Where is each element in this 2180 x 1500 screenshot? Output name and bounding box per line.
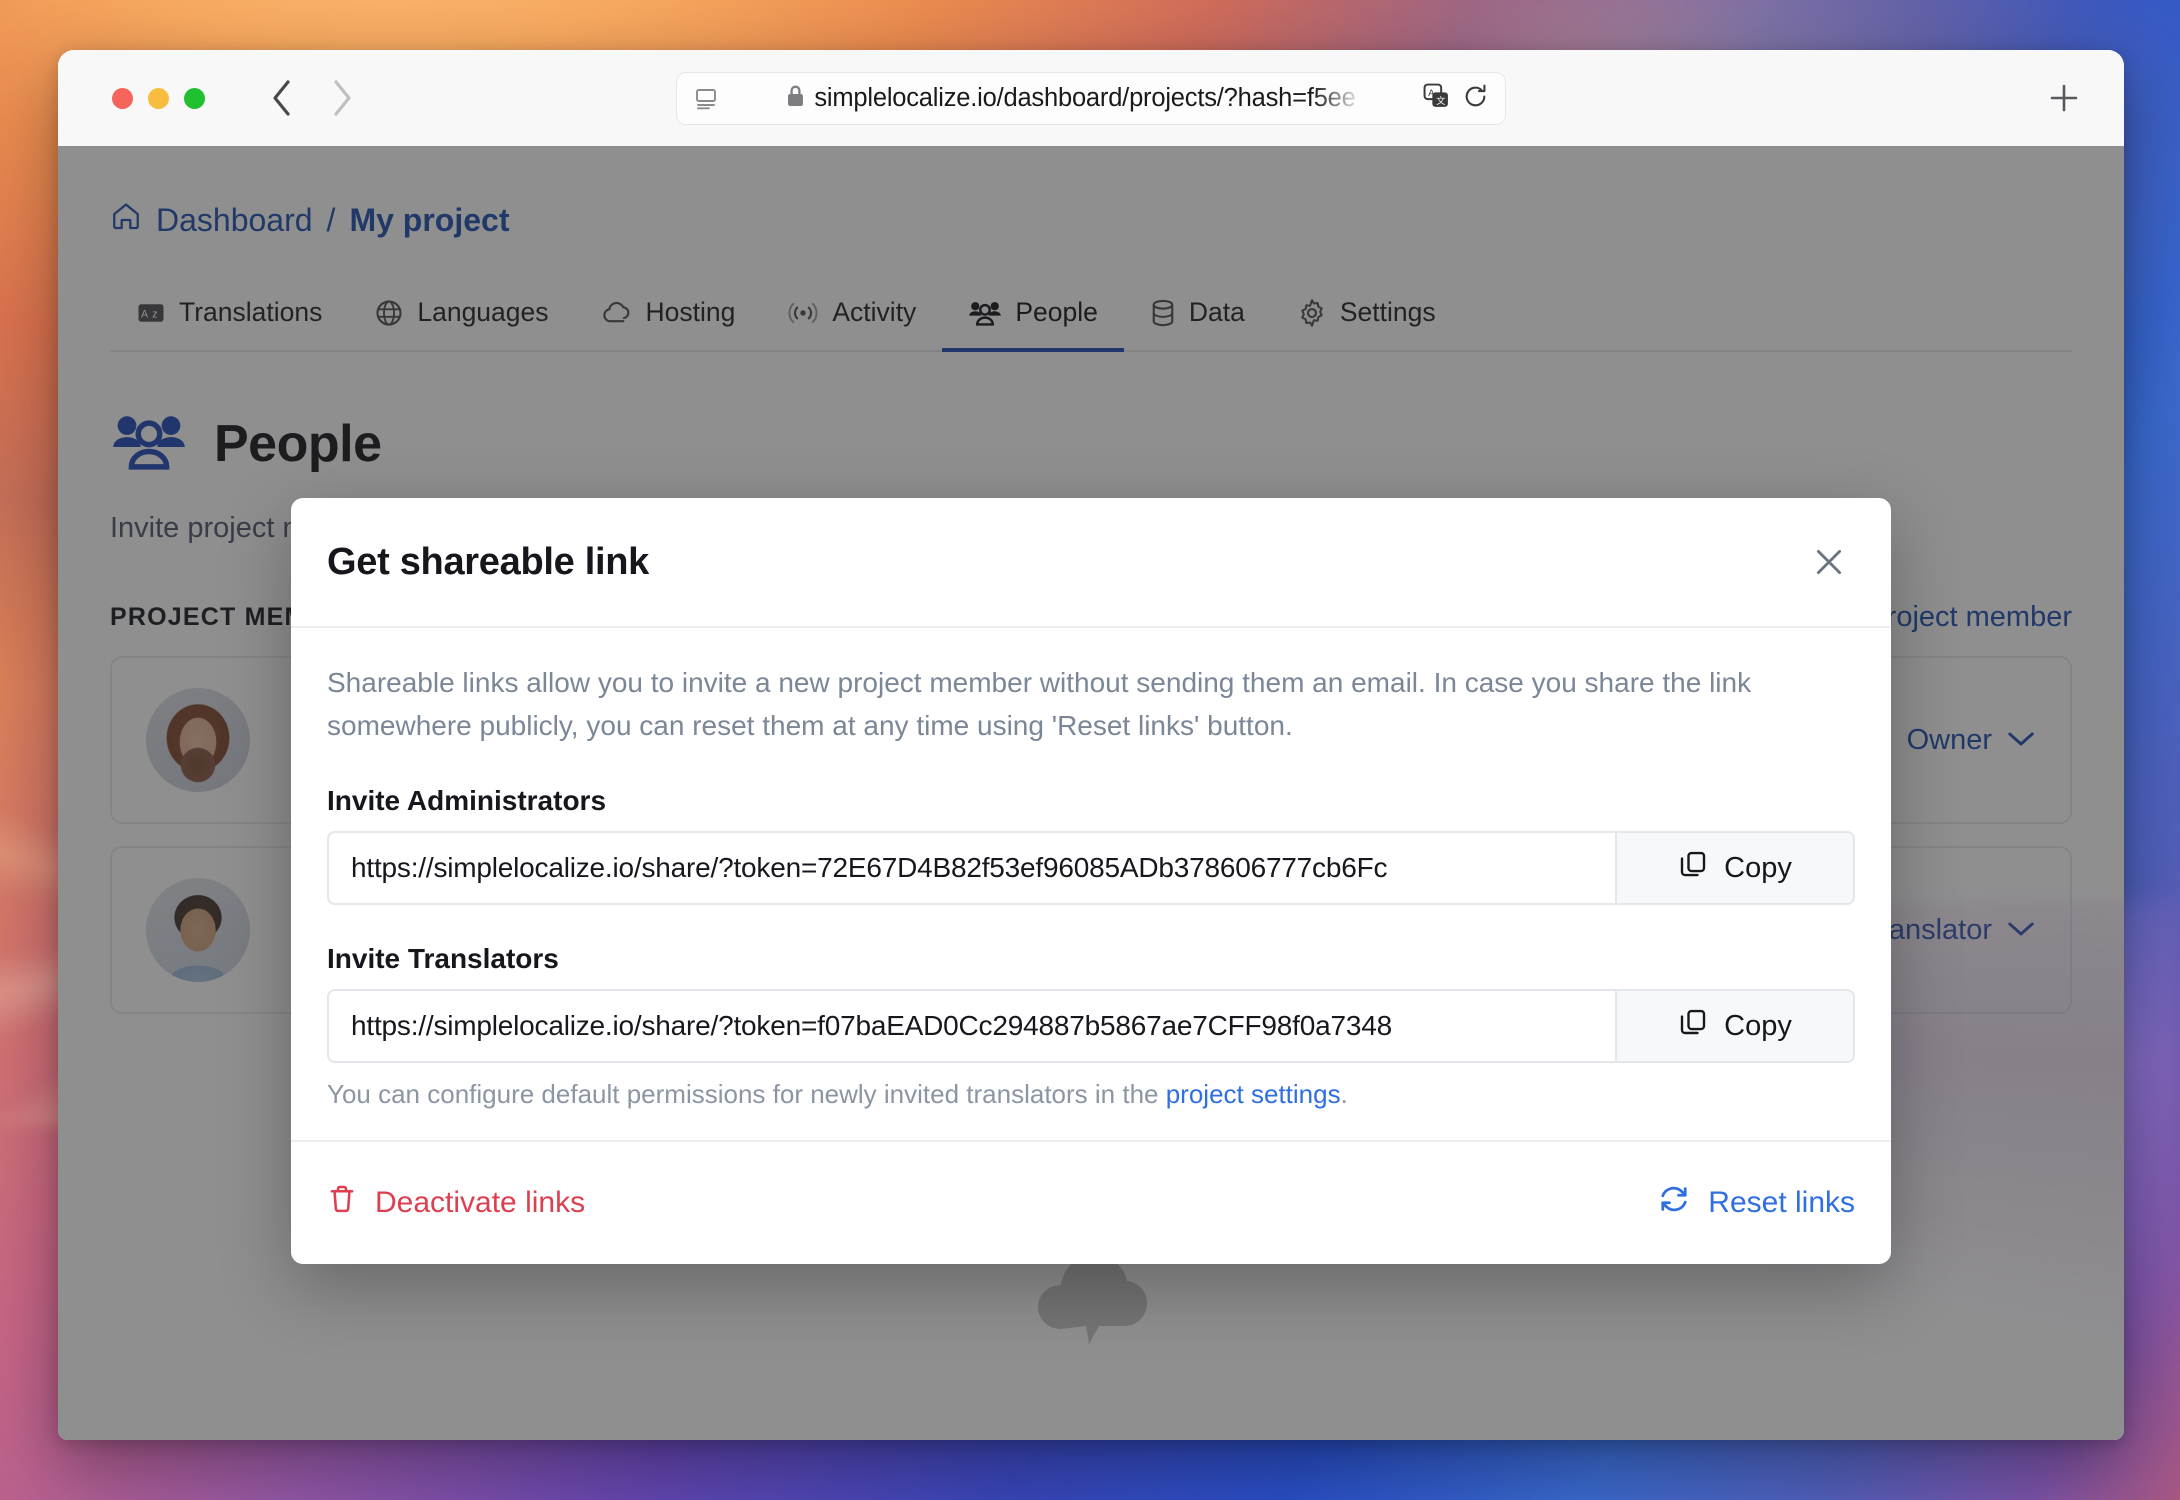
modal-body: Shareable links allow you to invite a ne… xyxy=(291,628,1891,1140)
translate-icon[interactable]: A 文 xyxy=(1423,83,1450,115)
translator-link-value: https://simplelocalize.io/share/?token=f… xyxy=(351,1010,1392,1042)
translator-permissions-helper: You can configure default permissions fo… xyxy=(327,1079,1855,1110)
reload-icon[interactable] xyxy=(1462,83,1489,115)
translator-link-input[interactable]: https://simplelocalize.io/share/?token=f… xyxy=(327,989,1615,1064)
url-text: simplelocalize.io/dashboard/projects/?ha… xyxy=(814,84,1356,112)
invite-administrators-row: https://simplelocalize.io/share/?token=7… xyxy=(327,831,1855,906)
browser-window: simplelocalize.io/dashboard/projects/?ha… xyxy=(58,50,2124,1440)
helper-suffix: . xyxy=(1340,1079,1348,1110)
modal-footer: Deactivate links Reset links xyxy=(291,1140,1891,1264)
modal-description: Shareable links allow you to invite a ne… xyxy=(327,667,1752,741)
copy-admin-link-button[interactable]: Copy xyxy=(1615,831,1855,906)
copy-translator-link-button[interactable]: Copy xyxy=(1615,989,1855,1064)
invite-administrators-label: Invite Administrators xyxy=(327,785,607,817)
copy-label: Copy xyxy=(1724,1009,1792,1042)
back-button[interactable] xyxy=(265,79,299,117)
reader-view-icon[interactable] xyxy=(693,87,719,111)
copy-label: Copy xyxy=(1724,851,1792,884)
forward-button[interactable] xyxy=(325,79,359,117)
deactivate-links-button[interactable]: Deactivate links xyxy=(327,1183,585,1223)
new-tab-button[interactable] xyxy=(2044,78,2084,118)
invite-translators-label: Invite Translators xyxy=(327,943,559,975)
copy-icon xyxy=(1678,1007,1708,1045)
close-window-button[interactable] xyxy=(112,87,133,109)
modal-title: Get shareable link xyxy=(327,540,649,583)
refresh-icon xyxy=(1658,1183,1690,1223)
reset-links-label: Reset links xyxy=(1708,1186,1855,1220)
shareable-link-modal: Get shareable link Shareable links allow… xyxy=(291,498,1891,1265)
modal-header: Get shareable link xyxy=(291,498,1891,628)
copy-icon xyxy=(1678,849,1708,887)
page-content: Dashboard / My project A z Transl xyxy=(58,146,2124,1440)
svg-text:文: 文 xyxy=(1436,94,1445,105)
lock-icon xyxy=(786,84,805,113)
reset-links-button[interactable]: Reset links xyxy=(1658,1183,1855,1223)
desktop-wallpaper: simplelocalize.io/dashboard/projects/?ha… xyxy=(0,0,2180,1500)
window-traffic-lights xyxy=(112,87,205,109)
admin-link-value: https://simplelocalize.io/share/?token=7… xyxy=(351,852,1388,884)
zoom-window-button[interactable] xyxy=(184,87,205,109)
invite-translators-row: https://simplelocalize.io/share/?token=f… xyxy=(327,989,1855,1064)
minimize-window-button[interactable] xyxy=(148,87,169,109)
close-icon[interactable] xyxy=(1803,536,1855,588)
trash-icon xyxy=(327,1183,357,1223)
admin-link-input[interactable]: https://simplelocalize.io/share/?token=7… xyxy=(327,831,1615,906)
browser-toolbar: simplelocalize.io/dashboard/projects/?ha… xyxy=(58,50,2124,146)
project-settings-link[interactable]: project settings xyxy=(1166,1079,1341,1109)
helper-prefix: You can configure default permissions fo… xyxy=(327,1079,1166,1110)
deactivate-links-label: Deactivate links xyxy=(375,1186,586,1220)
address-bar[interactable]: simplelocalize.io/dashboard/projects/?ha… xyxy=(676,72,1506,125)
navigation-buttons xyxy=(265,79,359,117)
